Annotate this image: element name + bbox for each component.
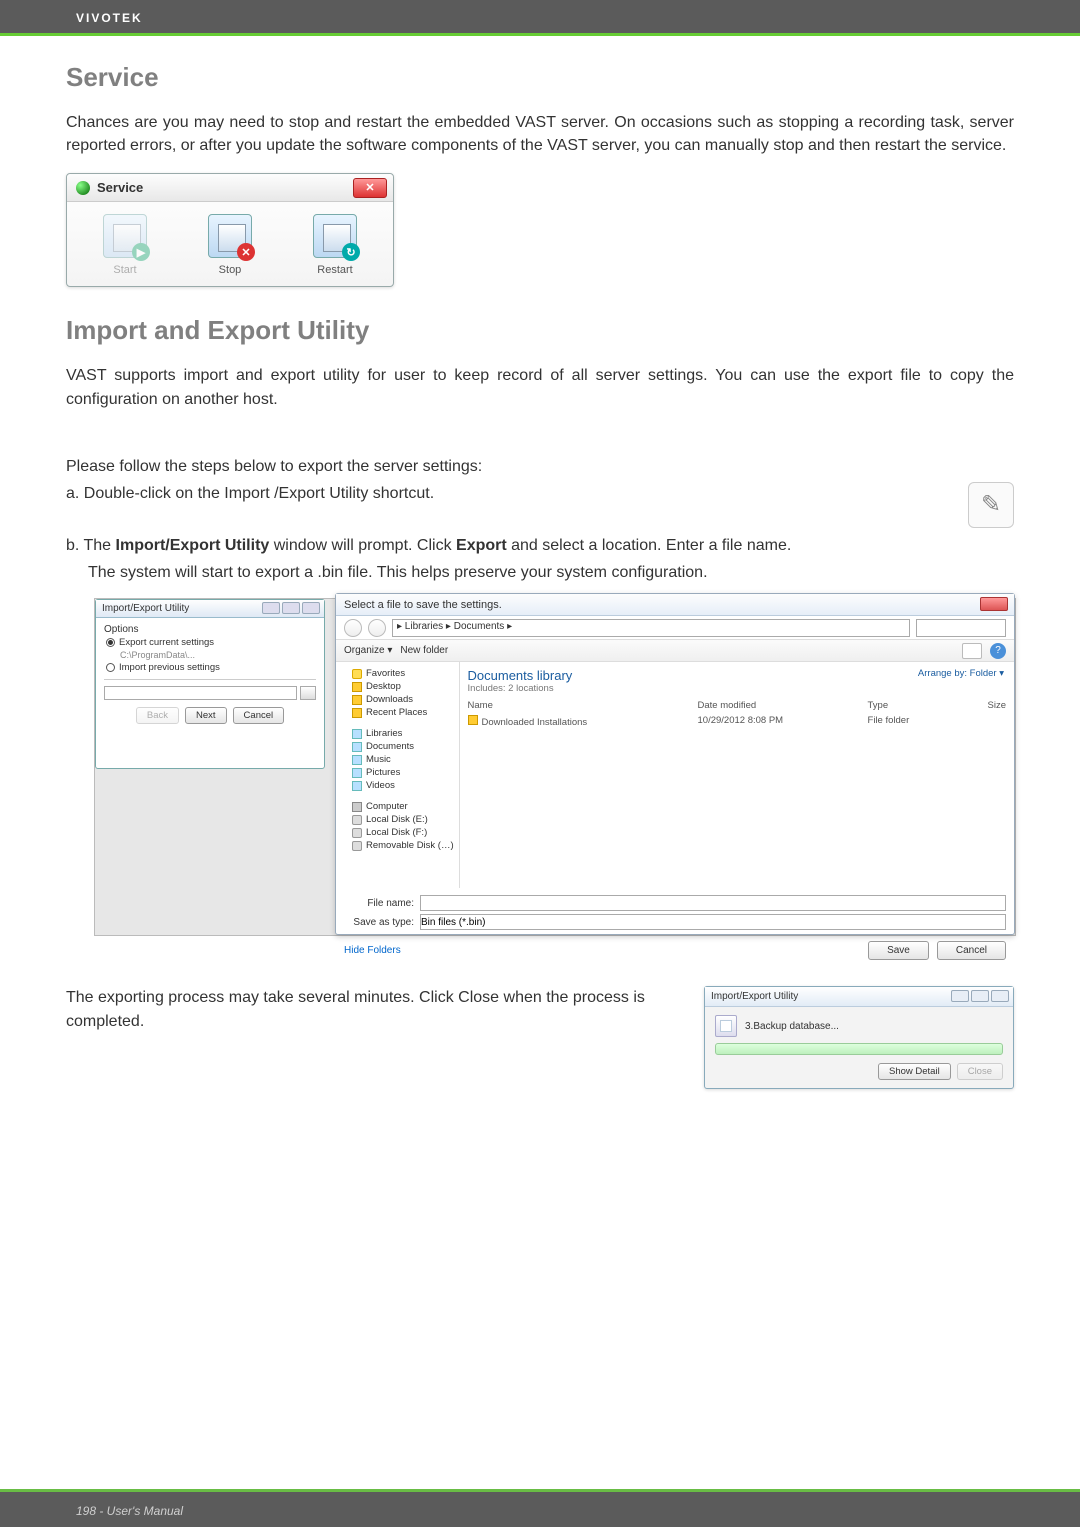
nav-disk-e[interactable]: Local Disk (E:) <box>352 814 457 825</box>
heading-service: Service <box>66 62 1014 93</box>
options-label: Options <box>104 624 316 635</box>
close-icon[interactable] <box>302 602 320 614</box>
restart-icon: ↻ <box>313 214 357 258</box>
restart-label: Restart <box>317 264 352 276</box>
nav-favorites[interactable]: Favorites <box>352 668 457 679</box>
nav-videos[interactable]: Videos <box>352 780 457 791</box>
nav-pictures[interactable]: Pictures <box>352 767 457 778</box>
page-header: VIVOTEK <box>0 0 1080 36</box>
nav-removable[interactable]: Removable Disk (…) <box>352 840 457 851</box>
next-button[interactable]: Next <box>185 707 227 724</box>
close-icon[interactable]: ✕ <box>353 178 387 198</box>
address-bar[interactable]: ▸ Libraries ▸ Documents ▸ <box>392 619 910 637</box>
save-button[interactable]: Save <box>868 941 929 960</box>
saveastype-select[interactable] <box>420 914 1006 930</box>
nav-desktop[interactable]: Desktop <box>352 681 457 692</box>
option-export-label: Export current settings <box>119 637 214 648</box>
option-export-path: C:\ProgramData\... <box>120 650 316 660</box>
hide-folders-link[interactable]: Hide Folders <box>344 945 401 956</box>
stop-icon: ✕ <box>208 214 252 258</box>
disk-icon <box>715 1015 737 1037</box>
option-import-label: Import previous settings <box>119 662 220 673</box>
library-subtitle: Includes: 2 locations <box>468 683 1006 694</box>
progress-title-text: Import/Export Utility <box>711 991 798 1002</box>
step-b-p3: and select a location. Enter a file name… <box>507 537 792 554</box>
export-progress-window: Import/Export Utility 3.Backup database.… <box>704 986 1014 1089</box>
service-window-title-text: Service <box>97 180 143 195</box>
show-detail-button[interactable]: Show Detail <box>878 1063 951 1080</box>
nav-downloads[interactable]: Downloads <box>352 694 457 705</box>
start-label: Start <box>113 264 136 276</box>
cancel-button[interactable]: Cancel <box>937 941 1006 960</box>
organize-menu[interactable]: Organize <box>344 645 392 656</box>
service-window-icon <box>76 181 90 195</box>
save-dialog-titlebar: Select a file to save the settings. <box>336 594 1014 616</box>
cancel-button[interactable]: Cancel <box>233 707 285 724</box>
step-b-bold2: Export <box>456 537 507 554</box>
progress-status: 3.Backup database... <box>745 1021 839 1032</box>
step-b-bold1: Import/Export Utility <box>116 537 270 554</box>
maximize-icon[interactable] <box>282 602 300 614</box>
save-dialog-navpane: Favorites Desktop Downloads Recent Place… <box>336 662 460 888</box>
service-window-title: Service ✕ <box>67 174 393 202</box>
browse-button[interactable] <box>300 686 316 700</box>
help-icon[interactable]: ? <box>990 643 1006 659</box>
start-button[interactable]: ▶ Start <box>85 214 165 276</box>
option-export[interactable]: Export current settings <box>106 637 316 648</box>
step-a: a. Double-click on the Import /Export Ut… <box>66 482 948 505</box>
utility-shortcut-icon[interactable]: ✎ <box>968 482 1014 528</box>
step-b: b. The Import/Export Utility window will… <box>66 534 1014 557</box>
steps-intro: Please follow the steps below to export … <box>66 455 1014 478</box>
minimize-icon[interactable] <box>262 602 280 614</box>
close-button[interactable]: Close <box>957 1063 1003 1080</box>
maximize-icon[interactable] <box>971 990 989 1002</box>
filename-input[interactable] <box>420 895 1006 911</box>
nav-disk-f[interactable]: Local Disk (F:) <box>352 827 457 838</box>
save-dialog-title-text: Select a file to save the settings. <box>344 599 502 611</box>
folder-icon <box>468 715 478 725</box>
minimize-icon[interactable] <box>951 990 969 1002</box>
stop-button[interactable]: ✕ Stop <box>190 214 270 276</box>
nav-recent[interactable]: Recent Places <box>352 707 457 718</box>
page-footer: 198 - User's Manual <box>0 1489 1080 1527</box>
search-input[interactable] <box>916 619 1006 637</box>
progress-titlebar: Import/Export Utility <box>705 987 1013 1007</box>
option-import[interactable]: Import previous settings <box>106 662 316 673</box>
export-progress-text: The exporting process may take several m… <box>66 986 680 1032</box>
nav-libraries[interactable]: Libraries <box>352 728 457 739</box>
step-b-line2: The system will start to export a .bin f… <box>88 561 1014 584</box>
close-icon[interactable] <box>980 597 1008 611</box>
new-folder-button[interactable]: New folder <box>400 645 448 656</box>
nav-back-icon[interactable] <box>344 619 362 637</box>
utility-path-input[interactable] <box>104 686 297 700</box>
save-as-dialog: Select a file to save the settings. ▸ Li… <box>335 593 1015 935</box>
service-window: Service ✕ ▶ Start ✕ Stop ↻ Restart <box>66 173 394 287</box>
start-icon: ▶ <box>103 214 147 258</box>
restart-button[interactable]: ↻ Restart <box>295 214 375 276</box>
progress-bar <box>715 1043 1003 1055</box>
heading-import-export: Import and Export Utility <box>66 315 1014 346</box>
paragraph-ieu-intro: VAST supports import and export utility … <box>66 364 1014 410</box>
nav-forward-icon[interactable] <box>368 619 386 637</box>
import-export-utility-window: Import/Export Utility Options Export cur… <box>95 599 325 769</box>
saveastype-label: Save as type: <box>344 917 414 928</box>
utility-title-text: Import/Export Utility <box>102 603 189 614</box>
nav-documents[interactable]: Documents <box>352 741 457 752</box>
utility-titlebar: Import/Export Utility <box>96 600 324 618</box>
step-b-p1: b. The <box>66 537 116 554</box>
arrange-by[interactable]: Arrange by: Folder ▾ <box>918 668 1004 679</box>
paragraph-service: Chances are you may need to stop and res… <box>66 111 1014 157</box>
view-mode-icon[interactable] <box>962 643 982 659</box>
dialog-composite: Import/Export Utility Options Export cur… <box>94 598 1016 936</box>
stop-label: Stop <box>219 264 242 276</box>
file-list-header: Name Date modified Type Size <box>468 700 1006 711</box>
back-button[interactable]: Back <box>136 707 179 724</box>
nav-computer[interactable]: Computer <box>352 801 457 812</box>
nav-music[interactable]: Music <box>352 754 457 765</box>
file-list-row[interactable]: Downloaded Installations 10/29/2012 8:08… <box>468 715 1006 728</box>
close-icon[interactable] <box>991 990 1009 1002</box>
step-b-p2: window will prompt. Click <box>269 537 456 554</box>
filename-label: File name: <box>344 898 414 909</box>
